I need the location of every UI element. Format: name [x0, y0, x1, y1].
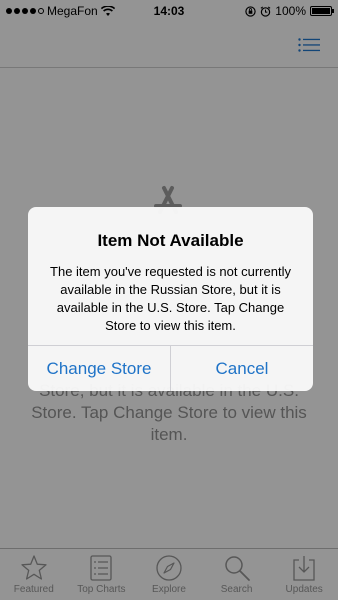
change-store-button[interactable]: Change Store — [28, 346, 170, 391]
cancel-button[interactable]: Cancel — [170, 346, 313, 391]
alert-message: The item you've requested is not current… — [50, 264, 291, 333]
alert-title: Item Not Available — [97, 231, 244, 250]
alert-dialog: Item Not Available The item you've reque… — [28, 207, 313, 391]
alert-button-row: Change Store Cancel — [28, 345, 313, 391]
